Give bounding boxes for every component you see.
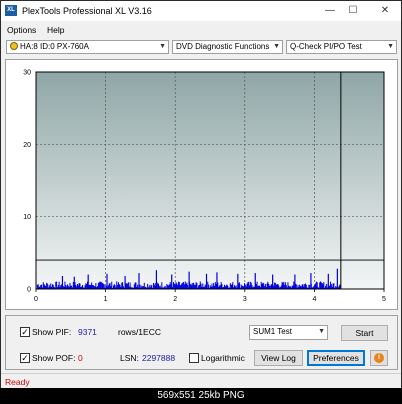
results-panel: ✓ Show PIF: 9371 rows/1ECC ✓ Show POF: 0… — [5, 315, 398, 370]
start-button[interactable]: Start — [341, 325, 388, 341]
view-log-button[interactable]: View Log — [254, 350, 303, 366]
info-icon: i — [374, 353, 384, 363]
chevron-down-icon: ▼ — [318, 328, 325, 335]
logarithmic-checkbox[interactable] — [189, 353, 199, 363]
y-tick-label: 10 — [23, 214, 31, 221]
show-pif-label: Show PIF: — [32, 327, 72, 337]
title-bar: XL PlexTools Professional XL V3.16 — ☐ ✕ — [1, 1, 401, 21]
pif-unit: rows/1ECC — [118, 327, 161, 337]
pif-value: 9371 — [78, 327, 97, 337]
menu-bar: Options Help — [1, 23, 401, 37]
drive-icon — [10, 42, 18, 50]
x-tick-label: 2 — [173, 296, 177, 303]
drive-select-value: HA:8 ID:0 PX-760A — [20, 42, 89, 51]
show-pof-label: Show POF: — [32, 353, 76, 363]
menu-options[interactable]: Options — [7, 25, 36, 35]
app-logo-icon: XL — [5, 5, 17, 16]
y-tick-label: 0 — [27, 287, 31, 294]
x-tick-label: 5 — [382, 296, 386, 303]
function-select[interactable]: DVD Diagnostic Functions ▼ — [172, 40, 283, 54]
minimize-button[interactable]: — — [323, 5, 337, 17]
y-tick-label: 30 — [23, 70, 31, 77]
window-title: PlexTools Professional XL V3.16 — [22, 6, 152, 16]
image-caption-bar: 569x551 25kb PNG — [0, 388, 402, 404]
info-button[interactable]: i — [370, 350, 388, 366]
x-tick-label: 4 — [312, 296, 316, 303]
pi-po-chart: 0 1 2 3 4 5 0 10 20 30 — [23, 70, 386, 304]
show-pif-checkbox[interactable]: ✓ — [20, 327, 30, 337]
chart-panel: 0 1 2 3 4 5 0 10 20 30 — [5, 59, 398, 310]
y-tick-label: 20 — [23, 142, 31, 149]
x-tick-label: 1 — [104, 296, 108, 303]
x-tick-label: 3 — [243, 296, 247, 303]
image-caption: 569x551 25kb PNG — [157, 390, 245, 401]
drive-select[interactable]: HA:8 ID:0 PX-760A ▼ — [6, 40, 169, 54]
x-tick-label: 0 — [34, 296, 38, 303]
preferences-button[interactable]: Preferences — [307, 350, 365, 366]
toolbar: HA:8 ID:0 PX-760A ▼ DVD Diagnostic Funct… — [1, 39, 401, 57]
status-text: Ready — [5, 377, 30, 387]
pof-value: 0 — [78, 353, 83, 363]
app-window: XL PlexTools Professional XL V3.16 — ☐ ✕… — [0, 0, 402, 404]
lsn-value: 2297888 — [142, 353, 176, 363]
chevron-down-icon: ▼ — [273, 43, 280, 50]
menu-help[interactable]: Help — [47, 25, 64, 35]
chevron-down-icon: ▼ — [159, 43, 166, 50]
test-select[interactable]: Q-Check PI/PO Test ▼ — [286, 40, 397, 54]
show-pof-checkbox[interactable]: ✓ — [20, 353, 30, 363]
sum-test-value: SUM1 Test — [253, 327, 292, 336]
function-select-value: DVD Diagnostic Functions — [176, 42, 270, 51]
chevron-down-icon: ▼ — [387, 43, 394, 50]
plot-area — [36, 72, 384, 289]
test-select-value: Q-Check PI/PO Test — [290, 42, 362, 51]
lsn-label: LSN: — [120, 353, 139, 363]
sum-test-select[interactable]: SUM1 Test ▼ — [249, 325, 328, 340]
close-button[interactable]: ✕ — [378, 5, 392, 17]
maximize-button[interactable]: ☐ — [346, 5, 360, 17]
logarithmic-label: Logarithmic — [201, 353, 245, 363]
